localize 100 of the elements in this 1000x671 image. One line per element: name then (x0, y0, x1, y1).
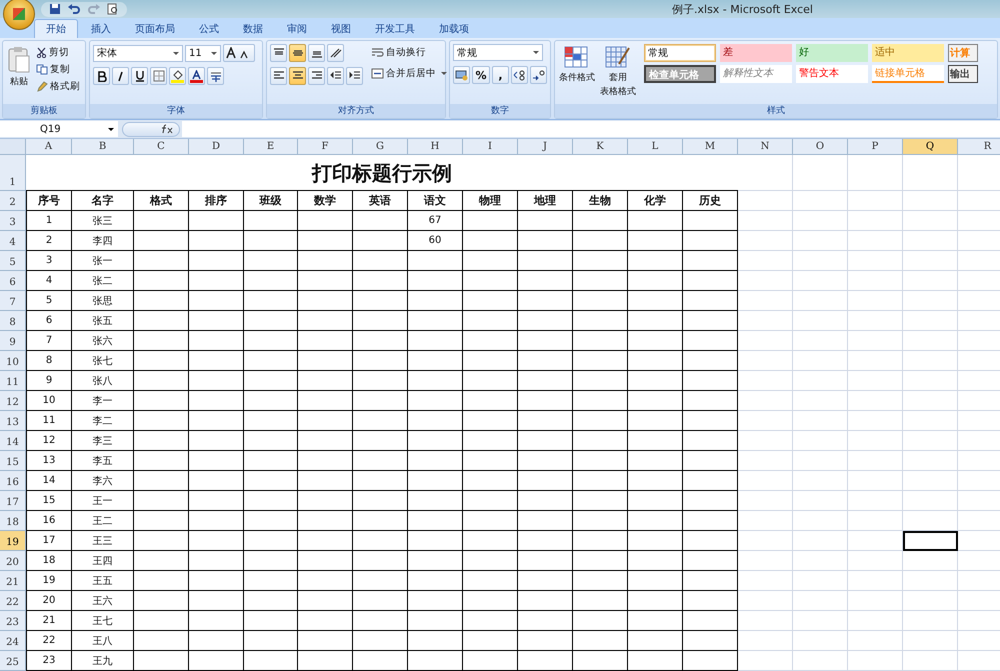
row-header[interactable]: 18 (0, 511, 26, 531)
grid-cell[interactable] (793, 511, 848, 531)
grid-cell[interactable] (848, 651, 903, 671)
row-header[interactable]: 10 (0, 351, 26, 371)
grid-cell[interactable] (738, 591, 793, 611)
grid-cell[interactable] (738, 511, 793, 531)
fill-color-icon[interactable] (169, 67, 186, 85)
column-header[interactable]: C (134, 139, 189, 155)
grid-cell[interactable] (738, 291, 793, 311)
increase-decimal-icon[interactable] (511, 66, 528, 84)
grid-cell[interactable] (848, 331, 903, 351)
grid-cell[interactable] (848, 591, 903, 611)
align-top-icon[interactable] (270, 44, 287, 62)
grid-cell[interactable] (793, 411, 848, 431)
grid-cell[interactable] (903, 271, 958, 291)
grid-cell[interactable] (848, 311, 903, 331)
grid-cell[interactable] (738, 271, 793, 291)
column-header[interactable]: K (573, 139, 628, 155)
grid-cell[interactable] (793, 431, 848, 451)
grid-cell[interactable] (903, 411, 958, 431)
wrap-text-button[interactable]: 自动换行 (370, 44, 448, 60)
row-header[interactable]: 22 (0, 591, 26, 611)
grid-cell[interactable] (793, 451, 848, 471)
column-header[interactable]: I (463, 139, 518, 155)
column-header[interactable]: B (72, 139, 134, 155)
orientation-icon[interactable] (327, 44, 344, 62)
grid-cell[interactable] (903, 471, 958, 491)
grid-cell[interactable] (793, 591, 848, 611)
italic-icon[interactable] (112, 67, 129, 85)
cut-button[interactable]: 剪切 (35, 44, 81, 60)
row-header[interactable]: 5 (0, 251, 26, 271)
row-header[interactable]: 25 (0, 651, 26, 671)
grid-cell[interactable] (903, 631, 958, 651)
grid-cell[interactable] (848, 571, 903, 591)
ribbon-tab[interactable]: 页面布局 (124, 20, 186, 38)
ribbon-tab[interactable]: 开始 (34, 19, 78, 38)
grid-cell[interactable] (738, 251, 793, 271)
grid-cell[interactable] (738, 311, 793, 331)
cell-style-item[interactable]: 差 (720, 44, 792, 62)
align-bottom-icon[interactable] (308, 44, 325, 62)
grid-cell[interactable] (848, 611, 903, 631)
grid-cell[interactable] (903, 571, 958, 591)
row-header[interactable]: 8 (0, 311, 26, 331)
grid-cell[interactable] (848, 451, 903, 471)
grid-cell[interactable] (848, 191, 903, 211)
ribbon-tab[interactable]: 插入 (80, 20, 122, 38)
font-color-icon[interactable] (188, 67, 205, 85)
grid-cell[interactable] (793, 531, 848, 551)
grid-cell[interactable] (903, 491, 958, 511)
grid-cell[interactable] (848, 471, 903, 491)
grid-cell[interactable] (903, 211, 958, 231)
grid-cell[interactable] (793, 271, 848, 291)
grid-cell[interactable] (738, 571, 793, 591)
grid-cell[interactable] (793, 631, 848, 651)
grid-cell[interactable] (848, 271, 903, 291)
column-header[interactable]: H (408, 139, 463, 155)
grid-cell[interactable] (793, 155, 848, 191)
row-header[interactable]: 4 (0, 231, 26, 251)
grid-cell[interactable] (903, 251, 958, 271)
formula-field[interactable] (182, 121, 1000, 137)
borders-icon[interactable] (150, 67, 167, 85)
percent-button[interactable]: % (472, 66, 490, 84)
cell-style-item[interactable]: 常规 (644, 44, 716, 62)
grid-cell[interactable] (903, 351, 958, 371)
grid-cell[interactable] (738, 351, 793, 371)
grid-cell[interactable] (738, 411, 793, 431)
grid-cell[interactable] (738, 191, 793, 211)
cell-style-item[interactable]: 好 (796, 44, 868, 62)
grid-cell[interactable] (848, 491, 903, 511)
currency-icon[interactable] (453, 66, 470, 84)
grid-cell[interactable] (903, 431, 958, 451)
grid-cell[interactable] (903, 551, 958, 571)
row-header[interactable]: 11 (0, 371, 26, 391)
grid-cell[interactable] (848, 411, 903, 431)
name-box[interactable]: Q19 (0, 121, 118, 137)
grid-cell[interactable] (903, 311, 958, 331)
grid-cell[interactable] (738, 431, 793, 451)
row-header[interactable]: 1 (0, 155, 26, 191)
grid-cell[interactable] (848, 251, 903, 271)
grid-cell[interactable] (738, 491, 793, 511)
grid-cell[interactable] (903, 591, 958, 611)
column-header[interactable]: E (244, 139, 298, 155)
row-header[interactable]: 19 (0, 531, 26, 551)
grid-cell[interactable] (738, 211, 793, 231)
ribbon-tab[interactable]: 加载项 (428, 20, 480, 38)
ribbon-tab[interactable]: 视图 (320, 20, 362, 38)
grid-cell[interactable] (793, 211, 848, 231)
grid-cell[interactable] (848, 211, 903, 231)
row-header[interactable]: 15 (0, 451, 26, 471)
column-header[interactable]: Q (903, 139, 958, 155)
grid-cell[interactable] (793, 491, 848, 511)
grid-cell[interactable] (793, 611, 848, 631)
column-header[interactable]: D (189, 139, 244, 155)
row-header[interactable]: 7 (0, 291, 26, 311)
grid-cell[interactable] (738, 551, 793, 571)
grid-cell[interactable] (793, 551, 848, 571)
grid-cell[interactable] (903, 291, 958, 311)
grid-cell[interactable] (793, 191, 848, 211)
grid-cell[interactable] (738, 391, 793, 411)
underline-icon[interactable] (131, 67, 148, 85)
